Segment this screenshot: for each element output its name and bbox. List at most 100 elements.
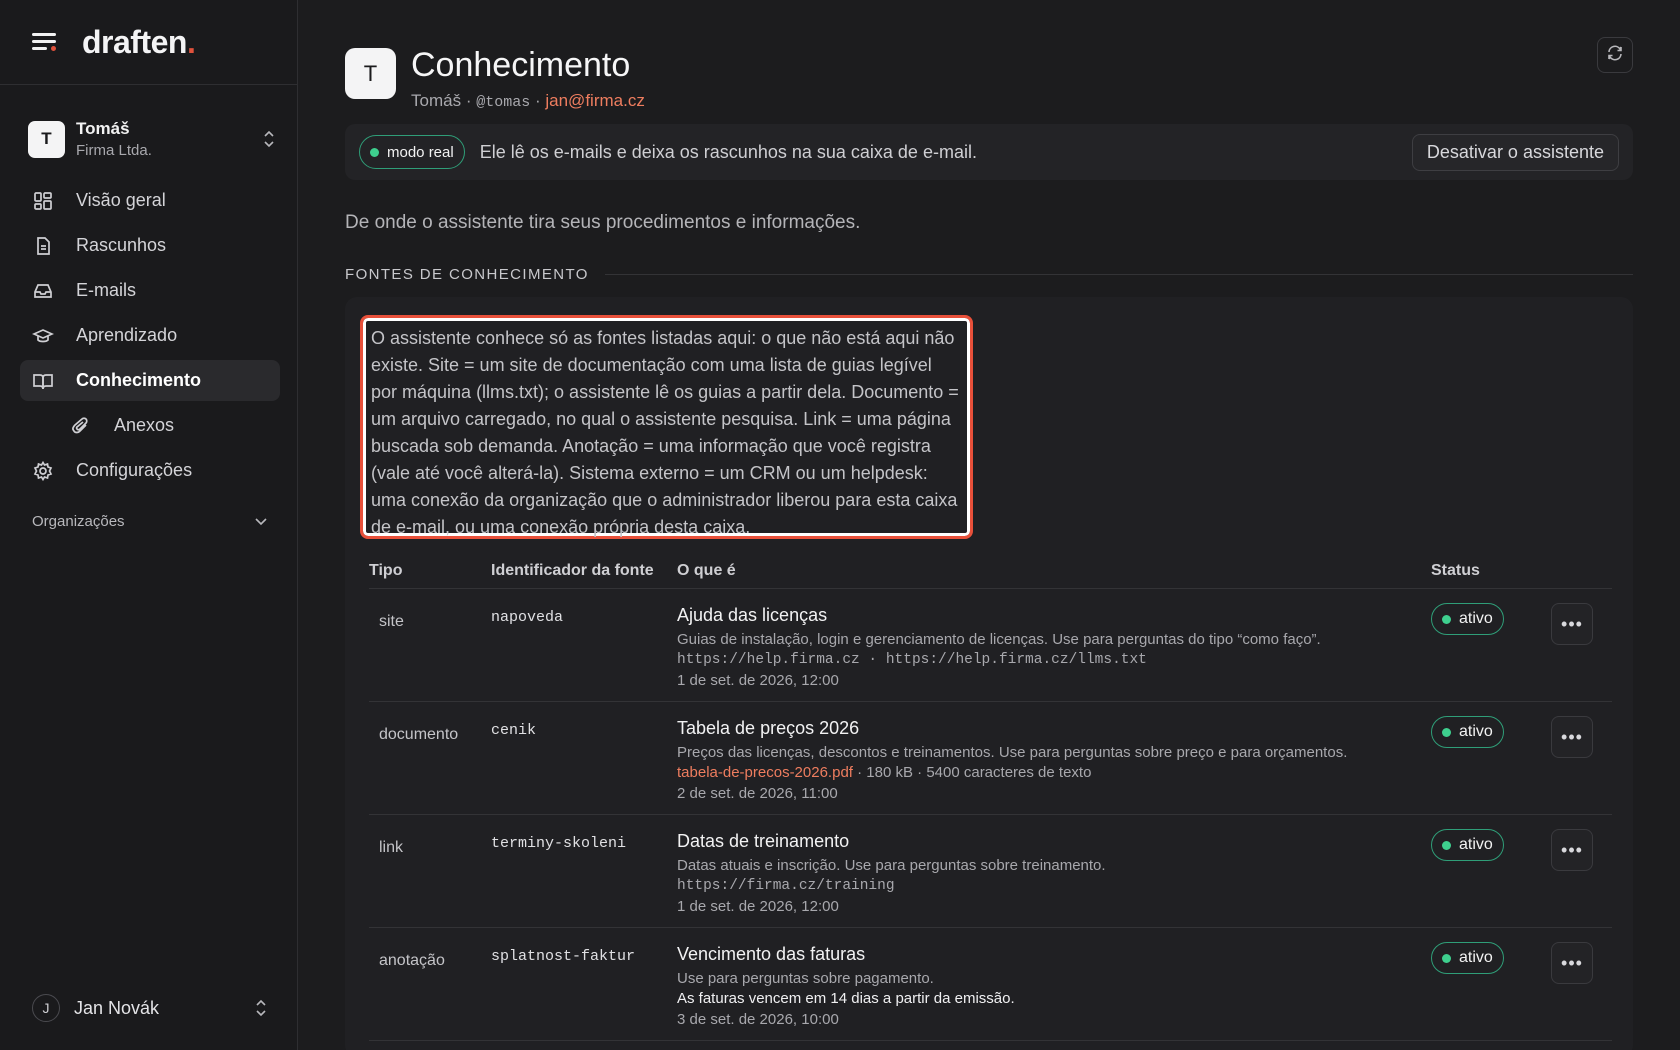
table-header: Tipo Identificador da fonte O que é Stat…	[369, 553, 1612, 589]
menu-icon[interactable]	[32, 31, 60, 53]
account-avatar: T	[28, 120, 65, 158]
sidebar-item-label: Anexos	[114, 415, 175, 435]
deactivate-assistant-button[interactable]: Desativar o assistente	[1411, 133, 1619, 171]
brand-logo[interactable]: draften.	[82, 24, 196, 61]
sidebar-nav: Visão geral Rascunhos E-mails Aprendizad…	[20, 180, 280, 495]
knowledge-sources-panel: O assistente conhece só as fontes listad…	[345, 297, 1633, 1050]
table-row: site napoveda Ajuda das licenças Guias d…	[369, 589, 1612, 702]
sidebar-item-label: E-mails	[76, 280, 137, 300]
row-id: terminy-skoleni	[491, 835, 627, 852]
status-badge: ativo	[1431, 942, 1504, 974]
row-more-button[interactable]: •••	[1551, 716, 1593, 758]
file-link[interactable]: tabela-de-precos-2026.pdf	[677, 764, 853, 781]
owner-email-link[interactable]: jan@firma.cz	[545, 91, 644, 110]
sidebar-item-settings[interactable]: Configurações	[20, 450, 280, 491]
row-file-info: tabela-de-precos-2026.pdf · 180 kB · 540…	[677, 763, 1431, 783]
account-name: Tomáš	[76, 119, 130, 138]
row-more-button[interactable]: •••	[1551, 829, 1593, 871]
owner-name: Tomáš	[411, 91, 462, 110]
sidebar-item-knowledge[interactable]: Conhecimento	[20, 360, 280, 401]
more-horizontal-icon: •••	[1561, 613, 1583, 634]
table-row: documento cenik Tabela de preços 2026 Pr…	[369, 702, 1612, 815]
chevron-up-down-icon	[254, 999, 268, 1017]
sidebar-item-label: Aprendizado	[76, 325, 178, 345]
mode-badge-label: modo real	[387, 143, 454, 161]
sources-explanation-note: O assistente conhece só as fontes listad…	[360, 315, 973, 539]
sidebar-item-label: Conhecimento	[76, 370, 202, 390]
section-label: FONTES DE CONHECIMENTO	[345, 266, 589, 283]
gear-icon	[32, 460, 54, 482]
file-details: · 180 kB · 5400 caracteres de texto	[852, 764, 1092, 781]
row-date: 1 de set. de 2026, 12:00	[677, 898, 839, 915]
mode-badge: modo real	[359, 135, 465, 169]
document-icon	[32, 235, 54, 257]
row-id: splatnost-faktur	[491, 948, 636, 965]
status-dot-icon	[370, 147, 379, 157]
table-row: link terminy-skoleni Datas de treinament…	[369, 815, 1612, 928]
status-dot-icon	[1442, 840, 1451, 850]
status-dot-icon	[1442, 953, 1451, 963]
row-description: Datas atuais e inscrição. Use para pergu…	[677, 857, 1106, 874]
sidebar-item-emails[interactable]: E-mails	[20, 270, 280, 311]
page-header: T Conhecimento Tomáš · @tomas · jan@firm…	[345, 45, 645, 111]
status-label: ativo	[1459, 836, 1493, 853]
row-urls: https://firma.cz/training	[677, 878, 895, 894]
book-icon	[32, 370, 54, 392]
row-id: cenik	[491, 722, 537, 739]
sidebar-item-label: Rascunhos	[76, 235, 167, 255]
row-more-button[interactable]: •••	[1551, 603, 1593, 645]
sidebar-item-learning[interactable]: Aprendizado	[20, 315, 280, 356]
row-title: Vencimento das faturas	[677, 944, 866, 964]
row-id: napoveda	[491, 609, 564, 626]
user-menu[interactable]: J Jan Novák	[32, 992, 268, 1024]
sidebar-item-label: Configurações	[76, 460, 193, 480]
grid-icon	[32, 190, 54, 212]
more-horizontal-icon: •••	[1561, 952, 1583, 973]
row-title: Ajuda das licenças	[677, 605, 828, 625]
status-badge: ativo	[1431, 829, 1504, 861]
owner-handle: @tomas	[476, 94, 531, 111]
section-divider	[604, 274, 1633, 275]
page-title: Conhecimento	[411, 46, 631, 84]
section-header: FONTES DE CONHECIMENTO	[345, 266, 1633, 283]
refresh-icon	[1606, 44, 1624, 67]
sidebar-item-attachments[interactable]: Anexos	[20, 405, 280, 446]
row-title: Tabela de preços 2026	[677, 718, 860, 738]
page-avatar: T	[345, 48, 396, 99]
chevron-up-down-icon	[262, 130, 276, 148]
header-status: Status	[1431, 561, 1480, 579]
organizations-toggle[interactable]: Organizações	[32, 508, 268, 534]
chevron-down-icon	[254, 513, 268, 530]
account-org: Firma Ltda.	[76, 142, 152, 159]
inbox-icon	[32, 280, 54, 302]
row-type: anotação	[379, 952, 445, 969]
row-note: As faturas vencem em 14 dias a partir da…	[677, 990, 1015, 1007]
row-date: 1 de set. de 2026, 12:00	[677, 672, 839, 689]
header-type: Tipo	[369, 561, 403, 579]
more-horizontal-icon: •••	[1561, 726, 1583, 747]
user-avatar: J	[32, 994, 60, 1022]
status-dot-icon	[1442, 727, 1451, 737]
sidebar-item-drafts[interactable]: Rascunhos	[20, 225, 280, 266]
account-switcher[interactable]: T Tomáš Firma Ltda.	[28, 118, 276, 160]
row-description: Guias de instalação, login e gerenciamen…	[677, 631, 1321, 648]
separator: ·	[534, 91, 541, 110]
status-dot-icon	[1442, 614, 1451, 624]
graduation-cap-icon	[32, 325, 54, 347]
mode-description: Ele lê os e-mails e deixa os rascunhos n…	[479, 141, 977, 162]
organizations-label: Organizações	[32, 512, 125, 530]
user-name: Jan Novák	[74, 997, 160, 1018]
row-type: link	[379, 839, 404, 856]
separator: ·	[465, 91, 472, 110]
brand-row: draften.	[0, 0, 297, 85]
status-label: ativo	[1459, 610, 1493, 627]
status-label: ativo	[1459, 723, 1493, 740]
sidebar-item-label: Visão geral	[76, 190, 166, 210]
row-more-button[interactable]: •••	[1551, 942, 1593, 984]
status-badge: ativo	[1431, 716, 1504, 748]
status-label: ativo	[1459, 949, 1493, 966]
row-type: documento	[379, 726, 459, 743]
sidebar-item-overview[interactable]: Visão geral	[20, 180, 280, 221]
refresh-button[interactable]	[1597, 37, 1633, 73]
sources-table: Tipo Identificador da fonte O que é Stat…	[369, 553, 1612, 1041]
